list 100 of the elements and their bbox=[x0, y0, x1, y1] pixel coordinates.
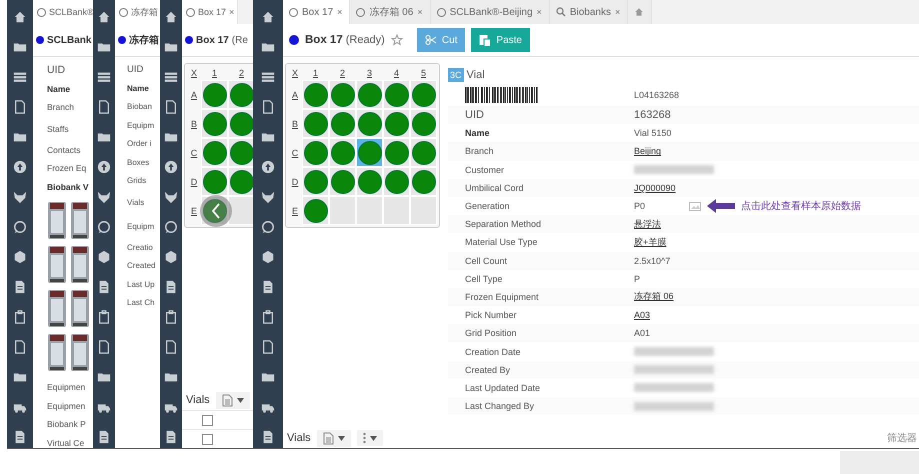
field-label: Bioban bbox=[127, 101, 153, 113]
field-link[interactable]: 胶+羊膜 bbox=[634, 236, 689, 249]
document-icon[interactable] bbox=[97, 280, 111, 294]
document-icon bbox=[322, 432, 334, 444]
hexagon-icon[interactable] bbox=[261, 250, 275, 264]
star-icon[interactable] bbox=[390, 34, 403, 46]
grid-cell[interactable] bbox=[228, 196, 253, 225]
file-icon[interactable] bbox=[13, 100, 27, 114]
home-icon[interactable] bbox=[164, 10, 178, 24]
list-icon[interactable] bbox=[97, 70, 111, 84]
file-icon[interactable] bbox=[13, 340, 27, 354]
row-checkbox[interactable] bbox=[202, 434, 213, 444]
home-icon[interactable] bbox=[97, 10, 111, 24]
grid-label: X bbox=[190, 67, 198, 80]
clipboard-icon[interactable] bbox=[97, 310, 111, 324]
export-menu-button[interactable] bbox=[216, 392, 250, 408]
fox-icon[interactable] bbox=[97, 190, 111, 204]
chat-icon[interactable] bbox=[164, 220, 178, 234]
field-link[interactable]: JQ000090 bbox=[634, 182, 689, 193]
upload-icon[interactable] bbox=[261, 160, 275, 174]
upload-icon[interactable] bbox=[164, 160, 178, 174]
home-icon[interactable] bbox=[261, 10, 275, 24]
tab[interactable]: 冻存箱 bbox=[115, 0, 160, 24]
field-label: Branch bbox=[47, 101, 75, 114]
clipboard-icon[interactable] bbox=[164, 310, 178, 324]
field-link[interactable]: 悬浮法 bbox=[634, 218, 689, 231]
hexagon-icon[interactable] bbox=[164, 250, 178, 264]
hexagon-icon[interactable] bbox=[97, 250, 111, 264]
grid-cell[interactable] bbox=[329, 196, 356, 225]
row-label: D bbox=[190, 176, 198, 188]
field-value: 2.5x10^7 bbox=[634, 256, 672, 266]
file-icon[interactable] bbox=[164, 100, 178, 114]
record-type-badge: 3C bbox=[448, 68, 464, 82]
field-label: UID bbox=[47, 63, 66, 78]
document-icon[interactable] bbox=[13, 430, 27, 444]
file-icon[interactable] bbox=[261, 100, 275, 114]
circle-icon bbox=[37, 8, 46, 16]
close-icon[interactable]: × bbox=[229, 7, 234, 17]
file-icon[interactable] bbox=[164, 340, 178, 354]
column-label: 1 bbox=[312, 67, 319, 80]
document-icon[interactable] bbox=[13, 280, 27, 294]
document-icon[interactable] bbox=[164, 430, 178, 444]
tab[interactable]: Box 17 × bbox=[182, 0, 238, 24]
grid-cell[interactable] bbox=[356, 196, 383, 225]
barcode-icon bbox=[465, 87, 538, 103]
record-status: (Ready) bbox=[346, 34, 385, 46]
clipboard-icon[interactable] bbox=[13, 310, 27, 324]
list-icon[interactable] bbox=[13, 70, 27, 84]
filter-label[interactable]: 筛选器 bbox=[887, 431, 919, 445]
paste-button[interactable]: Paste bbox=[471, 28, 530, 52]
tab[interactable]: Biobanks × bbox=[550, 0, 628, 24]
home-icon bbox=[634, 7, 644, 17]
list-icon[interactable] bbox=[164, 70, 178, 84]
upload-icon[interactable] bbox=[13, 160, 27, 174]
circle-icon bbox=[289, 8, 298, 16]
record-title: Box 17 bbox=[305, 34, 343, 46]
grid-cell[interactable] bbox=[383, 196, 410, 225]
hexagon-icon[interactable] bbox=[13, 250, 27, 264]
field-link[interactable]: A03 bbox=[634, 310, 689, 320]
close-icon[interactable]: × bbox=[417, 7, 423, 17]
tab[interactable]: SCLBank®-Beijing × bbox=[430, 0, 550, 24]
field-label: Last Up bbox=[127, 278, 156, 291]
field-label: Order i bbox=[127, 138, 152, 150]
more-menu-button[interactable] bbox=[356, 430, 383, 446]
list-icon[interactable] bbox=[261, 70, 275, 84]
file-icon[interactable] bbox=[97, 100, 111, 114]
field-label: Created bbox=[127, 260, 156, 272]
field-label: Name bbox=[465, 128, 491, 138]
fox-icon[interactable] bbox=[13, 190, 27, 204]
document-icon[interactable] bbox=[97, 430, 111, 444]
record-type: Vial bbox=[466, 69, 485, 81]
close-icon[interactable]: × bbox=[337, 7, 342, 17]
export-menu-button[interactable] bbox=[316, 430, 351, 446]
field-link[interactable]: 冻存箱 06 bbox=[634, 290, 689, 304]
clipboard-icon[interactable] bbox=[261, 310, 275, 324]
row-label: B bbox=[190, 118, 198, 130]
fox-icon[interactable] bbox=[164, 190, 178, 204]
document-icon[interactable] bbox=[261, 280, 275, 294]
grid-cell[interactable] bbox=[410, 196, 437, 225]
field-label: Boxes bbox=[127, 156, 150, 168]
tab[interactable]: 冻存箱 06 × bbox=[350, 0, 431, 24]
chat-icon[interactable] bbox=[97, 220, 111, 234]
upload-icon[interactable] bbox=[97, 160, 111, 174]
field-label: Last Updated Date bbox=[465, 382, 542, 393]
document-icon[interactable] bbox=[261, 430, 275, 444]
row-checkbox[interactable] bbox=[202, 414, 213, 426]
field-label: Cell Type bbox=[465, 274, 504, 284]
chat-icon[interactable] bbox=[13, 220, 27, 234]
tab[interactable]: Box 17 × bbox=[283, 0, 350, 24]
file-icon[interactable] bbox=[97, 340, 111, 354]
document-icon[interactable] bbox=[164, 280, 178, 294]
chat-icon[interactable] bbox=[261, 220, 275, 234]
cut-button[interactable]: Cut bbox=[416, 28, 466, 52]
fox-icon[interactable] bbox=[261, 190, 275, 204]
paste-icon bbox=[479, 34, 492, 46]
file-icon[interactable] bbox=[261, 340, 275, 354]
close-icon[interactable]: × bbox=[614, 7, 620, 17]
home-icon[interactable] bbox=[13, 10, 27, 24]
close-icon[interactable]: × bbox=[536, 7, 542, 17]
field-link[interactable]: Beijing bbox=[634, 146, 689, 156]
